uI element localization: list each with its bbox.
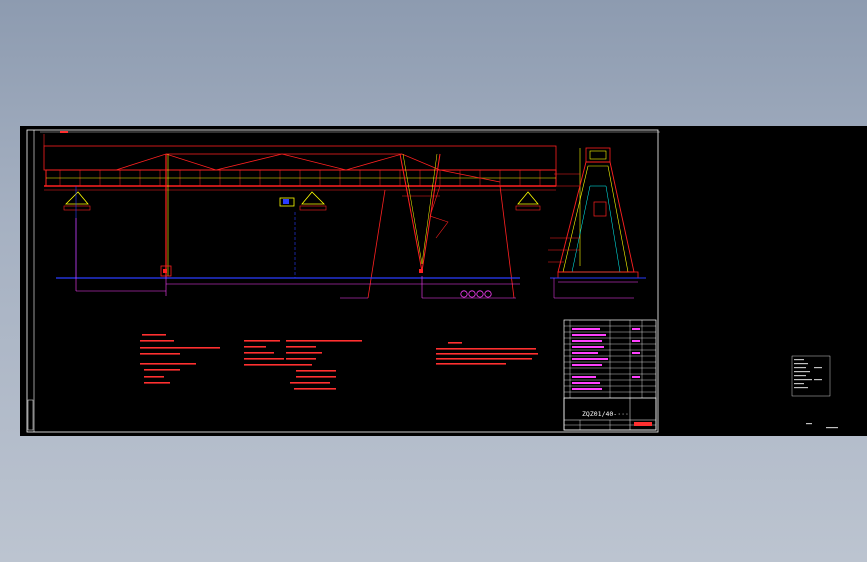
side-trolley [585, 147, 611, 163]
a-frame-leg [557, 161, 635, 273]
outer-frame [26, 129, 659, 433]
side-elevation [548, 147, 646, 299]
wheel-set-icon [460, 290, 492, 298]
side-legend [791, 355, 838, 429]
girder-railing [43, 145, 557, 171]
margin-stamp [27, 399, 34, 431]
technical-parameters [140, 334, 362, 390]
sill-beam [557, 271, 639, 279]
company-stamp [634, 422, 652, 426]
inner-sloped-leg [367, 189, 386, 299]
dimension-lines [43, 134, 520, 299]
trolley-cab [283, 199, 289, 204]
cad-drawing: ZQZ01/40-··· [26, 129, 660, 433]
hook-block [593, 201, 607, 217]
technical-requirements [436, 342, 538, 365]
front-elevation [43, 134, 557, 299]
girder-end-blocks [65, 191, 539, 205]
hook-marker-icon [163, 269, 423, 273]
right-sloped-leg [499, 185, 515, 299]
side-panel [666, 126, 867, 436]
side-dimensions [553, 278, 638, 299]
title-block: ZQZ01/40-··· [563, 397, 657, 431]
drawing-number: ZQZ01/40-··· [582, 410, 629, 418]
sheet-tag [60, 131, 68, 133]
middle-v-leg [399, 153, 449, 272]
drawing-sheet: ZQZ01/40-··· [20, 126, 666, 436]
